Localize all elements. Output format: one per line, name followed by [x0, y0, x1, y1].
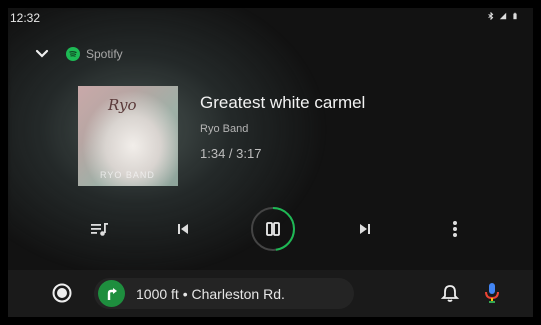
queue-button[interactable]	[85, 206, 115, 252]
status-bar: 12:32	[8, 8, 533, 28]
turn-right-arrow	[107, 287, 117, 300]
skip-previous-icon	[178, 224, 188, 234]
previous-button[interactable]	[168, 206, 198, 252]
more-vert-icon	[453, 221, 457, 237]
signal-icon	[499, 12, 507, 20]
chevron-down-icon[interactable]	[34, 46, 50, 62]
home-circle-icon[interactable]	[52, 283, 72, 303]
track-title: Greatest white carmel	[200, 93, 366, 112]
navigation-text: 1000 ft • Charleston Rd.	[136, 286, 285, 302]
navigation-pill[interactable]: 1000 ft • Charleston Rd.	[94, 278, 354, 309]
turn-right-icon	[98, 280, 125, 307]
more-options-button[interactable]	[440, 206, 470, 252]
skip-next-icon	[360, 224, 370, 234]
album-art-subtext: RYO BAND	[100, 170, 155, 180]
spotify-logo-bars	[69, 51, 77, 57]
next-button[interactable]	[350, 206, 380, 252]
app-name: Spotify	[86, 47, 123, 61]
app-header: Spotify	[34, 46, 123, 62]
android-auto-screen: 12:32 Spotify Ryo RYO BAND Greatest whit…	[8, 8, 533, 317]
progress-ring-arc	[251, 207, 295, 251]
queue-icon	[91, 223, 108, 236]
spotify-logo	[66, 47, 80, 61]
track-time: 1:34 / 3:17	[200, 146, 262, 161]
progress-ring	[251, 207, 295, 251]
bell-icon[interactable]	[440, 283, 460, 303]
album-art: Ryo RYO BAND	[78, 86, 178, 186]
playback-controls	[8, 206, 533, 252]
play-pause-button[interactable]	[248, 206, 298, 252]
mic-icon[interactable]	[482, 281, 502, 305]
artist-name: Ryo Band	[200, 123, 249, 135]
bottom-bar: 1000 ft • Charleston Rd.	[8, 270, 533, 317]
bluetooth-icon	[488, 12, 494, 20]
status-clock: 12:32	[10, 11, 41, 25]
album-art-text: Ryo	[108, 96, 137, 114]
status-icons	[487, 12, 519, 20]
battery-icon	[513, 12, 517, 20]
